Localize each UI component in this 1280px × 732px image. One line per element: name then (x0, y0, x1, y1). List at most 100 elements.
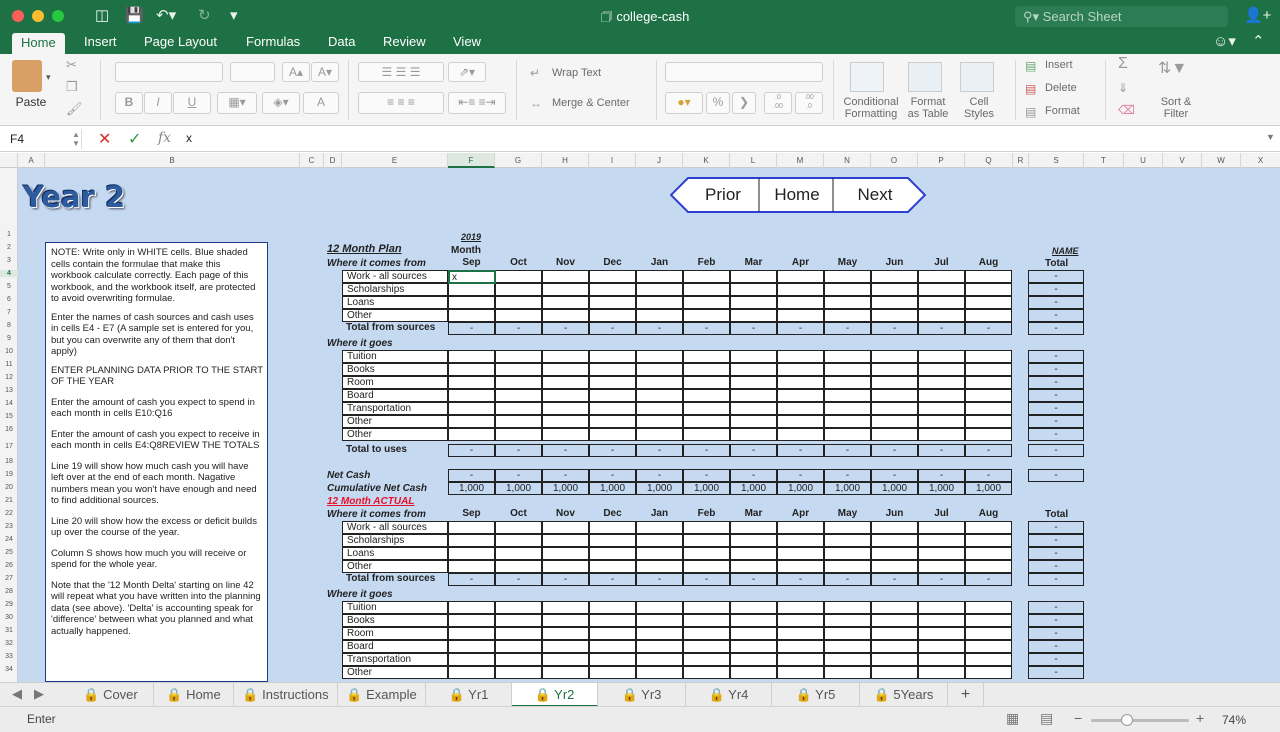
input-cell[interactable] (777, 428, 824, 441)
row-header[interactable]: 9 (0, 335, 18, 342)
input-cell[interactable] (683, 560, 730, 573)
input-cell[interactable] (918, 389, 965, 402)
input-cell[interactable] (824, 601, 871, 614)
sheet-tab-example[interactable]: 🔒 Example (338, 683, 426, 707)
input-cell[interactable] (777, 521, 824, 534)
input-cell[interactable] (918, 640, 965, 653)
underline-button[interactable]: U (173, 92, 211, 114)
tab-page-layout[interactable]: Page Layout (135, 32, 226, 54)
input-cell[interactable] (965, 270, 1012, 283)
row-header[interactable]: 14 (0, 400, 18, 407)
column-header[interactable]: Q (965, 153, 1013, 168)
input-cell[interactable] (871, 363, 918, 376)
sheet-tab-yr4[interactable]: 🔒 Yr4 (686, 683, 772, 707)
comma-style-button[interactable]: ❯ (732, 92, 756, 114)
input-cell[interactable] (542, 283, 589, 296)
normal-view-icon[interactable]: ▦ (1006, 710, 1019, 727)
input-cell[interactable] (965, 376, 1012, 389)
row-header[interactable]: 2 (0, 244, 18, 251)
input-cell[interactable] (730, 270, 777, 283)
input-cell[interactable] (589, 270, 636, 283)
input-cell[interactable] (636, 415, 683, 428)
zoom-in-icon[interactable]: + (1196, 710, 1204, 726)
input-cell[interactable] (495, 521, 542, 534)
input-cell[interactable] (683, 534, 730, 547)
input-cell[interactable] (918, 560, 965, 573)
page-layout-view-icon[interactable]: ▤ (1040, 710, 1053, 727)
input-cell[interactable] (542, 627, 589, 640)
input-cell[interactable] (918, 666, 965, 679)
input-cell[interactable] (777, 270, 824, 283)
vertical-align-buttons[interactable]: ☰ ☰ ☰ (358, 62, 444, 82)
column-header[interactable]: W (1202, 153, 1241, 168)
input-cell[interactable] (918, 601, 965, 614)
confirm-entry-icon[interactable]: ✓ (128, 129, 141, 149)
input-cell[interactable] (636, 547, 683, 560)
worksheet[interactable]: Year 2 Prior Home Next NOTE: Write only … (18, 168, 1280, 682)
input-cell[interactable] (824, 415, 871, 428)
next-button[interactable]: Next (834, 185, 916, 205)
input-cell[interactable] (730, 402, 777, 415)
tab-home[interactable]: Home (12, 33, 65, 55)
input-cell[interactable] (636, 389, 683, 402)
input-cell[interactable] (542, 309, 589, 322)
column-header[interactable]: I (589, 153, 636, 168)
input-cell[interactable] (448, 309, 495, 322)
input-cell[interactable] (871, 350, 918, 363)
input-cell[interactable] (589, 547, 636, 560)
input-cell[interactable] (636, 350, 683, 363)
font-color-button[interactable]: A (303, 92, 339, 114)
input-cell[interactable] (683, 614, 730, 627)
input-cell[interactable] (683, 270, 730, 283)
merge-center-button[interactable]: Merge & Center (552, 97, 647, 109)
save-icon[interactable]: 💾 (125, 7, 144, 25)
input-cell[interactable] (730, 653, 777, 666)
row-header[interactable]: 25 (0, 549, 18, 556)
input-cell[interactable] (824, 547, 871, 560)
input-cell[interactable] (871, 428, 918, 441)
input-cell[interactable] (730, 640, 777, 653)
decrease-decimal-button[interactable]: .00.0 (795, 92, 823, 114)
input-cell[interactable] (636, 614, 683, 627)
input-cell[interactable] (871, 534, 918, 547)
input-cell[interactable] (589, 283, 636, 296)
input-cell[interactable] (542, 521, 589, 534)
input-cell[interactable] (824, 402, 871, 415)
input-cell[interactable] (871, 666, 918, 679)
input-cell[interactable] (636, 627, 683, 640)
font-name-select[interactable] (115, 62, 223, 82)
format-as-table-button[interactable]: Format as Table (904, 96, 952, 120)
row-header[interactable]: 33 (0, 653, 18, 660)
input-cell[interactable] (542, 547, 589, 560)
sheet-tab-yr2[interactable]: 🔒 Yr2 (512, 683, 598, 707)
zoom-slider[interactable] (1091, 719, 1189, 722)
sidebar-toggle-icon[interactable]: ◫ (95, 7, 109, 25)
input-cell[interactable] (730, 521, 777, 534)
input-cell[interactable] (683, 653, 730, 666)
input-cell[interactable] (636, 283, 683, 296)
sheet-tab-cover[interactable]: 🔒 Cover (68, 683, 154, 707)
input-cell[interactable] (589, 350, 636, 363)
input-cell[interactable] (542, 350, 589, 363)
row-header[interactable]: 6 (0, 296, 18, 303)
column-header[interactable]: B (45, 153, 300, 168)
row-header[interactable]: 11 (0, 361, 18, 368)
input-cell[interactable] (918, 627, 965, 640)
row-header[interactable]: 22 (0, 510, 18, 517)
close-window-button[interactable] (12, 10, 24, 22)
delete-cells-button[interactable]: Delete (1045, 82, 1095, 94)
input-cell[interactable] (824, 534, 871, 547)
input-cell[interactable] (824, 363, 871, 376)
input-cell[interactable] (636, 653, 683, 666)
input-cell[interactable] (495, 614, 542, 627)
input-cell[interactable] (965, 560, 1012, 573)
input-cell[interactable] (636, 601, 683, 614)
input-cell[interactable] (730, 363, 777, 376)
row-header[interactable]: 18 (0, 458, 18, 465)
input-cell[interactable] (495, 402, 542, 415)
input-cell[interactable] (871, 547, 918, 560)
input-cell[interactable] (777, 627, 824, 640)
input-cell[interactable] (636, 560, 683, 573)
column-header[interactable]: O (871, 153, 918, 168)
row-header[interactable]: 32 (0, 640, 18, 647)
